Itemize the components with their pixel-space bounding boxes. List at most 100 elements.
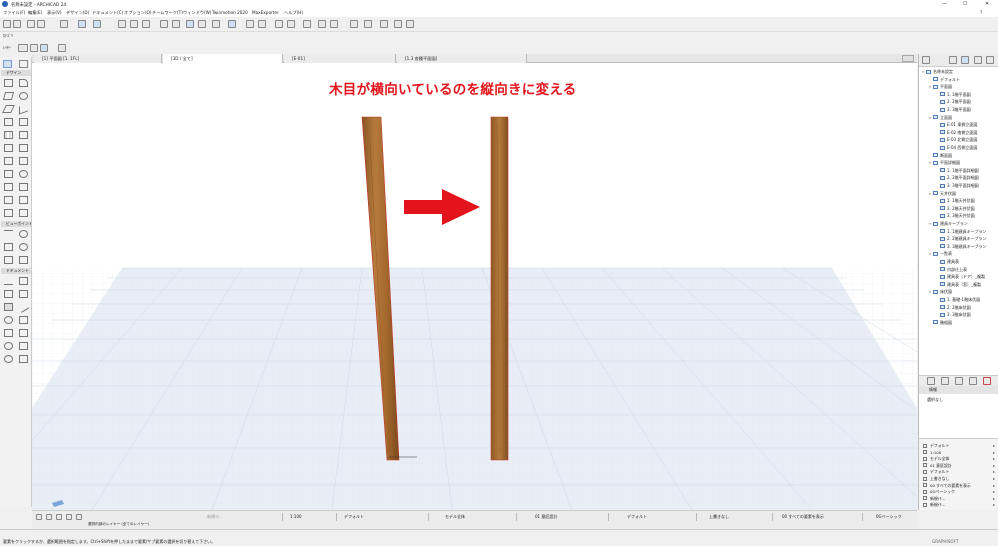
lamp-tool-icon[interactable]	[4, 183, 13, 191]
sun-icon[interactable]	[172, 20, 180, 28]
drawing-tool-icon[interactable]	[4, 329, 13, 337]
menu-options[interactable]: オプション(O)	[124, 10, 152, 16]
twinmotion-icon[interactable]	[380, 20, 388, 28]
status-model-view[interactable]: モデル全体	[445, 514, 465, 520]
publish-icon[interactable]	[287, 20, 295, 28]
navigator-item[interactable]: 軸組図	[929, 320, 989, 326]
ruler-icon[interactable]	[142, 20, 150, 28]
fit-window-icon[interactable]	[66, 514, 72, 520]
column-tool-icon[interactable]	[2, 92, 15, 100]
undo-icon[interactable]	[3, 20, 11, 28]
status-zoom[interactable]: 新規ｲﾁ...	[207, 514, 223, 520]
undo-zoom-icon[interactable]	[36, 514, 42, 520]
syringe-icon[interactable]	[37, 20, 45, 28]
shell-tool-icon[interactable]	[4, 118, 13, 126]
selected-tool-icon[interactable]	[40, 44, 48, 52]
status-design-option[interactable]: 01 意匠設計	[535, 514, 557, 520]
quick-option-item[interactable]: 0Gベーシック ▸	[923, 489, 997, 495]
navigator-item[interactable]: 3. 3階床伏図	[936, 312, 996, 318]
arc-tool-icon[interactable]	[4, 316, 13, 324]
navigator-item[interactable]: ▿ 建具キープラン	[929, 221, 989, 227]
navigator-item[interactable]: 3. 3階建具キープラン	[936, 244, 996, 250]
navigator-item[interactable]: ▿ 天井伏図	[929, 191, 989, 197]
tab-elevation[interactable]: [E-01]	[284, 54, 396, 63]
quick-option-item[interactable]: 01 意匠設計 ▸	[923, 463, 997, 469]
print-icon[interactable]	[350, 20, 358, 28]
minimize-button[interactable]: —	[942, 1, 947, 7]
status-layer-combo[interactable]: デフォルト	[344, 514, 364, 520]
menu-window[interactable]: ウィンドウ(W)	[183, 10, 211, 16]
window-tool-icon[interactable]	[19, 144, 28, 152]
new-view-icon[interactable]	[927, 377, 935, 385]
opening-tool-icon[interactable]	[19, 183, 28, 191]
zone-tool-icon[interactable]	[19, 157, 28, 165]
navigator-item[interactable]: 2. 2階平面詳細図	[936, 175, 996, 181]
beam2-tool-icon[interactable]	[19, 209, 28, 217]
3d-viewport[interactable]: 木目が横向いているのを縦向きに変える	[32, 63, 917, 510]
curtain-wall-tool-icon[interactable]	[4, 131, 13, 139]
layout-book-icon[interactable]	[961, 56, 969, 64]
pen-icon[interactable]	[30, 44, 38, 52]
navigator-item[interactable]: 建具表	[936, 259, 996, 265]
quick-option-item[interactable]: 新規ｲﾁ... ▸	[923, 496, 997, 502]
arrow-tool-icon[interactable]	[58, 44, 66, 52]
list-icon[interactable]	[364, 20, 372, 28]
layer-icon[interactable]	[160, 20, 168, 28]
zoom-in-icon[interactable]	[46, 514, 52, 520]
section-tool-icon[interactable]	[4, 230, 13, 238]
menu-edit[interactable]: 編集(E)	[28, 10, 42, 16]
spline-tool-icon[interactable]	[19, 342, 28, 350]
maximize-button[interactable]: ☐	[963, 1, 967, 7]
zoom-icon[interactable]	[228, 20, 236, 28]
detail-tool-icon[interactable]	[4, 256, 13, 264]
orbit-icon[interactable]	[76, 514, 82, 520]
slab-tool-icon[interactable]	[2, 105, 15, 113]
line-tool-icon[interactable]	[17, 301, 30, 313]
label-tool-icon[interactable]	[19, 290, 28, 298]
menu-twinmotion[interactable]: Twinmotion 2020	[212, 10, 248, 15]
tab-layout[interactable]: [1.3 各種平面図]	[397, 54, 527, 63]
quick-option-item[interactable]: 新規ｲﾁ... ▸	[923, 502, 997, 508]
object-tool-icon[interactable]	[4, 157, 13, 165]
roof-tool-icon[interactable]	[19, 103, 28, 115]
menu-maxexporter[interactable]: MaxExporter	[252, 10, 279, 15]
toolbox-section-viewpoint[interactable]: ビューポイント	[1, 221, 31, 227]
worksheet-tool-icon[interactable]	[19, 243, 28, 251]
navigator-item[interactable]: 断面図	[929, 153, 989, 159]
dimension-tool-icon[interactable]	[4, 277, 13, 285]
view-map-icon[interactable]	[949, 56, 957, 64]
navigator-item[interactable]: ▿ 平面図	[929, 84, 989, 90]
navigator-item[interactable]: 3. 3階天井伏図	[936, 213, 996, 219]
navigator-item[interactable]: 内部仕上表	[936, 267, 996, 273]
figure-tool-icon[interactable]	[19, 329, 28, 337]
navigator-item[interactable]: 建具表（ドア）_複製	[936, 274, 996, 280]
navigator-item[interactable]: 2. 2階天井伏図	[936, 206, 996, 212]
export-icon[interactable]	[394, 20, 402, 28]
door-tool-icon[interactable]	[19, 79, 28, 87]
clone-icon[interactable]	[955, 377, 963, 385]
menu-teamwork[interactable]: チームワーク(T)	[152, 10, 183, 16]
layer-dropdown-icon[interactable]	[18, 44, 28, 52]
organizer-icon[interactable]	[986, 56, 994, 64]
menu-design[interactable]: デザイン(D)	[66, 10, 89, 16]
hotspot-tool-icon[interactable]	[4, 342, 13, 350]
toolbox-section-document[interactable]: ドキュメント	[1, 268, 31, 274]
status-pen-set[interactable]: デフォルト	[627, 514, 647, 520]
explore-icon[interactable]	[258, 20, 266, 28]
tab-3d[interactable]: [3D / 全て]	[163, 54, 283, 63]
quick-option-item[interactable]: デフォルト ▸	[923, 469, 997, 475]
skylight-tool-icon[interactable]	[19, 118, 28, 126]
wall-end-tool-icon[interactable]	[19, 196, 28, 204]
navigator-item[interactable]: E-02 南側立面図	[936, 130, 996, 136]
grid-tool-icon[interactable]	[19, 355, 28, 363]
wall-tool-icon[interactable]	[4, 79, 13, 87]
book-icon[interactable]	[406, 20, 414, 28]
arrow-tool-icon[interactable]	[3, 60, 12, 68]
navigator-item[interactable]: E-04 西側立面図	[936, 145, 996, 151]
navigator-item[interactable]: 3. 3階平面詳細図	[936, 183, 996, 189]
project-map-icon[interactable]	[922, 56, 930, 64]
level-dimension-tool-icon[interactable]	[19, 277, 28, 285]
gravity-icon[interactable]	[78, 20, 86, 28]
stair-tool-icon[interactable]	[19, 131, 28, 139]
status-mvo[interactable]: 0Gベーシック	[876, 514, 902, 520]
